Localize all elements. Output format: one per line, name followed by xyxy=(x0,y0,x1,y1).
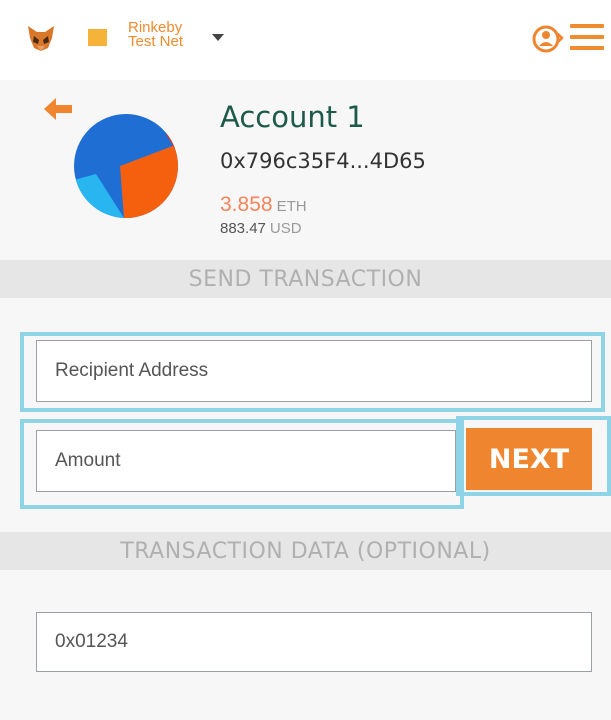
metamask-fox-icon[interactable] xyxy=(26,24,56,52)
recipient-address-input[interactable] xyxy=(36,340,592,402)
network-name-line2: Test Net xyxy=(128,33,184,50)
top-bar: Rinkeby Test Net xyxy=(0,0,611,80)
hamburger-menu-icon[interactable] xyxy=(570,24,604,52)
transaction-data-input[interactable] xyxy=(36,612,592,672)
network-color-indicator[interactable] xyxy=(88,29,107,46)
send-transaction-heading: SEND TRANSACTION xyxy=(0,260,611,298)
usd-unit: USD xyxy=(269,220,302,237)
usd-balance-value: 883.47 xyxy=(220,220,266,237)
usd-balance: 883.47 USD xyxy=(220,218,302,237)
back-arrow-icon[interactable] xyxy=(40,92,76,126)
user-switch-icon[interactable] xyxy=(531,24,565,54)
account-address[interactable]: 0x796c35F4...4D65 xyxy=(220,149,426,173)
transaction-data-heading: TRANSACTION DATA (OPTIONAL) xyxy=(0,532,611,570)
network-selector[interactable]: Rinkeby Test Net xyxy=(128,20,208,50)
amount-input[interactable] xyxy=(36,430,456,492)
account-name: Account 1 xyxy=(220,100,365,134)
account-identicon xyxy=(74,114,178,218)
eth-balance: 3.858 ETH xyxy=(220,193,307,217)
next-button[interactable]: NEXT xyxy=(466,428,592,490)
eth-unit: ETH xyxy=(276,198,307,215)
eth-balance-value: 3.858 xyxy=(220,193,273,216)
chevron-down-icon[interactable] xyxy=(212,34,224,41)
